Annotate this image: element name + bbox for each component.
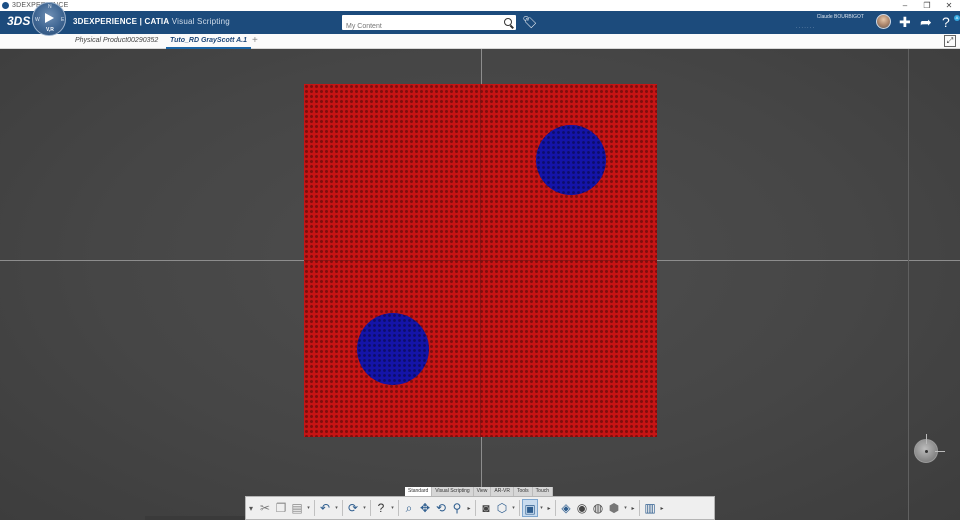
app-header: 3DS 3DEXPERIENCE | CATIA Visual Scriptin… <box>0 11 960 34</box>
brand-platform: 3DEXPERIENCE <box>73 17 138 26</box>
tab-visual-scripting[interactable]: Visual Scripting <box>432 487 474 496</box>
toolbar-section-tabs: Standard Visual Scripting View AR-VR Too… <box>405 487 554 496</box>
search-box <box>342 15 516 34</box>
grid-seam-horizontal <box>304 260 657 261</box>
toolbar-separator <box>342 500 343 516</box>
compass-label: V,R <box>46 27 54 33</box>
material-icon[interactable]: ◈ <box>558 499 574 517</box>
toolbar-handle-icon[interactable]: ▾ <box>249 504 257 513</box>
user-name[interactable]: Claude BOURBIGOT <box>800 14 864 20</box>
tabs-bar: Physical Product00290352 Tuto_RD GraySco… <box>0 34 960 49</box>
toolbar-separator <box>519 500 520 516</box>
3d-viewport[interactable] <box>0 49 960 520</box>
capture-icon[interactable]: ◙ <box>478 499 494 517</box>
tab-ar-vr[interactable]: AR-VR <box>491 487 514 496</box>
surface-icon[interactable]: ⬢ <box>606 499 622 517</box>
cut-icon[interactable]: ✂ <box>257 499 273 517</box>
tab-physical-product[interactable]: Physical Product00290352 <box>75 34 158 49</box>
add-tab-button[interactable]: + <box>252 34 258 48</box>
tab-tuto-grayscott[interactable]: Tuto_RD GrayScott A.1 <box>166 34 252 49</box>
compass-west: W <box>35 17 40 23</box>
toolbar-separator <box>370 500 371 516</box>
expand-icon[interactable]: ⤢ <box>944 35 956 47</box>
tag-icon[interactable]: 🏷 <box>522 15 537 29</box>
compass-axis-x <box>935 451 945 452</box>
search-input[interactable] <box>342 19 492 34</box>
toolbar-separator <box>555 500 556 516</box>
toolbar-separator <box>475 500 476 516</box>
reaction-diffusion-grid[interactable] <box>304 84 657 437</box>
brand-product: | CATIA <box>137 17 170 26</box>
brand-app: Visual Scripting <box>169 17 230 26</box>
lighting-icon[interactable]: ◉ <box>574 499 590 517</box>
toolbar-separator <box>398 500 399 516</box>
share-icon[interactable]: ➦ <box>920 13 932 31</box>
paste-icon[interactable]: ▤ <box>289 499 305 517</box>
help-badge: A <box>954 15 960 21</box>
toolbar-more-icon[interactable]: ▸ <box>658 505 666 512</box>
cube-more-icon[interactable]: ▸ <box>545 505 553 512</box>
toolbar-separator <box>639 500 640 516</box>
update-icon[interactable]: ⟳ <box>345 499 361 517</box>
zoom-icon[interactable]: ⌕ <box>401 499 417 517</box>
app-logo-icon <box>2 2 9 9</box>
copy-icon[interactable]: ❐ <box>273 499 289 517</box>
blue-blob-top-right <box>536 125 606 195</box>
toolbar-separator <box>314 500 315 516</box>
update-dropdown-icon[interactable]: ▾ <box>361 505 368 511</box>
compass-axis-z <box>926 434 927 444</box>
undo-icon[interactable]: ↶ <box>317 499 333 517</box>
status-strip <box>145 516 245 520</box>
display-icon[interactable]: ▥ <box>642 499 658 517</box>
compass-center <box>925 450 928 453</box>
minimize-button[interactable]: – <box>894 0 916 11</box>
help-icon[interactable]: ? <box>373 499 389 517</box>
help-dropdown-icon[interactable]: ▾ <box>389 505 396 511</box>
os-title-bar: 3DEXPERIENCE – ❐ ✕ <box>0 0 960 11</box>
brand-title: 3DEXPERIENCE | CATIA Visual Scripting <box>73 17 230 26</box>
render-dropdown-icon[interactable]: ▾ <box>510 505 517 511</box>
tab-standard[interactable]: Standard <box>405 487 433 496</box>
search-icon[interactable] <box>504 18 512 26</box>
cube-view-icon[interactable]: ▣ <box>522 499 538 517</box>
cube-view-dropdown-icon[interactable]: ▾ <box>538 505 545 511</box>
user-status: . . . . . . . <box>796 24 815 30</box>
paste-dropdown-icon[interactable]: ▾ <box>305 505 312 511</box>
close-button[interactable]: ✕ <box>938 0 960 11</box>
shading-icon[interactable]: ◍ <box>590 499 606 517</box>
look-at-icon[interactable]: ⚲ <box>449 499 465 517</box>
tab-touch[interactable]: Touch <box>532 487 554 496</box>
surface-more-icon[interactable]: ▸ <box>629 505 637 512</box>
surface-dropdown-icon[interactable]: ▾ <box>622 505 629 511</box>
compass-widget[interactable]: N W E V,R <box>32 2 66 36</box>
ds-logo-icon[interactable]: 3DS <box>7 14 30 28</box>
restore-button[interactable]: ❐ <box>916 0 938 11</box>
view-tools-more-icon[interactable]: ▸ <box>465 505 473 512</box>
axis-secondary <box>908 49 909 520</box>
os-window-title: 3DEXPERIENCE <box>12 2 894 9</box>
tab-tools[interactable]: Tools <box>513 487 533 496</box>
view-compass-icon[interactable] <box>914 434 945 463</box>
action-bar: ▾ ✂ ❐ ▤ ▾ ↶ ▾ ⟳ ▾ ? ▾ ⌕ ✥ ⟲ ⚲ ▸ ◙ ⬡ ▾ ▣ … <box>245 496 715 520</box>
avatar[interactable] <box>876 14 891 29</box>
undo-dropdown-icon[interactable]: ▾ <box>333 505 340 511</box>
plus-icon[interactable]: ✚ <box>899 13 911 31</box>
compass-north: N <box>48 4 52 10</box>
pan-icon[interactable]: ✥ <box>417 499 433 517</box>
play-icon[interactable] <box>45 13 54 23</box>
app-window: 3DEXPERIENCE – ❐ ✕ 3DS 3DEXPERIENCE | CA… <box>0 0 960 520</box>
tab-view[interactable]: View <box>473 487 492 496</box>
compass-east: E <box>61 17 65 23</box>
render-icon[interactable]: ⬡ <box>494 499 510 517</box>
help-icon[interactable]: ? <box>942 13 950 31</box>
blue-blob-bottom-left <box>357 313 429 385</box>
rotate-icon[interactable]: ⟲ <box>433 499 449 517</box>
